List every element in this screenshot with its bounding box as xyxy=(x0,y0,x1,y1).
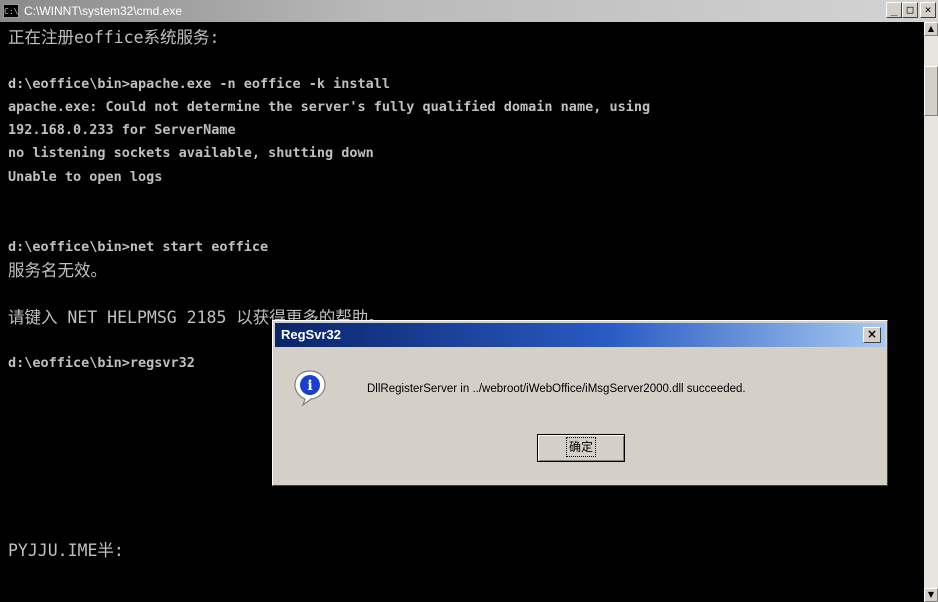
console-line: d:\eoffice\bin>net start eoffice xyxy=(8,238,269,255)
scroll-down-button[interactable]: ▼ xyxy=(924,588,938,602)
dialog-title: RegSvr32 xyxy=(281,327,341,342)
console-line: no listening sockets available, shutting… xyxy=(8,145,374,162)
scroll-thumb[interactable] xyxy=(924,66,938,116)
maximize-button[interactable]: □ xyxy=(902,2,918,18)
window-title: C:\WINNT\system32\cmd.exe xyxy=(24,4,183,18)
console-line: Unable to open logs xyxy=(8,168,163,185)
console-output[interactable]: 正在注册eoffice系统服务: d:\eoffice\bin>apache.ex… xyxy=(8,26,918,602)
console-titlebar[interactable]: C:\ C:\WINNT\system32\cmd.exe _ □ × xyxy=(0,0,938,22)
scroll-up-button[interactable]: ▲ xyxy=(924,22,938,36)
dialog-close-button[interactable]: × xyxy=(863,327,881,343)
console-line: PYJJU.IME半: xyxy=(8,540,124,560)
regsvr32-dialog: RegSvr32 × i DllRegisterServer in ../web… xyxy=(272,320,888,486)
console-window: C:\ C:\WINNT\system32\cmd.exe _ □ × 正在注册… xyxy=(0,0,938,602)
cmd-icon[interactable]: C:\ xyxy=(3,4,19,18)
info-icon: i xyxy=(294,370,326,407)
console-line: 正在注册eoffice系统服务: xyxy=(8,28,220,47)
console-line: 服务名无效。 xyxy=(8,260,107,280)
console-line: apache.exe: Could not determine the serv… xyxy=(8,98,651,115)
dialog-message: DllRegisterServer in ../webroot/iWebOffi… xyxy=(367,383,746,395)
close-button[interactable]: × xyxy=(920,2,936,18)
minimize-button[interactable]: _ xyxy=(886,2,902,18)
ok-button-label: 确定 xyxy=(565,437,597,457)
console-line: 192.168.0.233 for ServerName xyxy=(8,122,236,139)
console-line: d:\eoffice\bin>apache.exe -n eoffice -k … xyxy=(8,75,391,92)
dialog-titlebar[interactable]: RegSvr32 × xyxy=(275,323,885,347)
ok-button[interactable]: 确定 xyxy=(537,434,625,462)
info-icon-glyph: i xyxy=(307,378,312,394)
vertical-scrollbar[interactable]: ▲ ▼ xyxy=(924,22,938,602)
